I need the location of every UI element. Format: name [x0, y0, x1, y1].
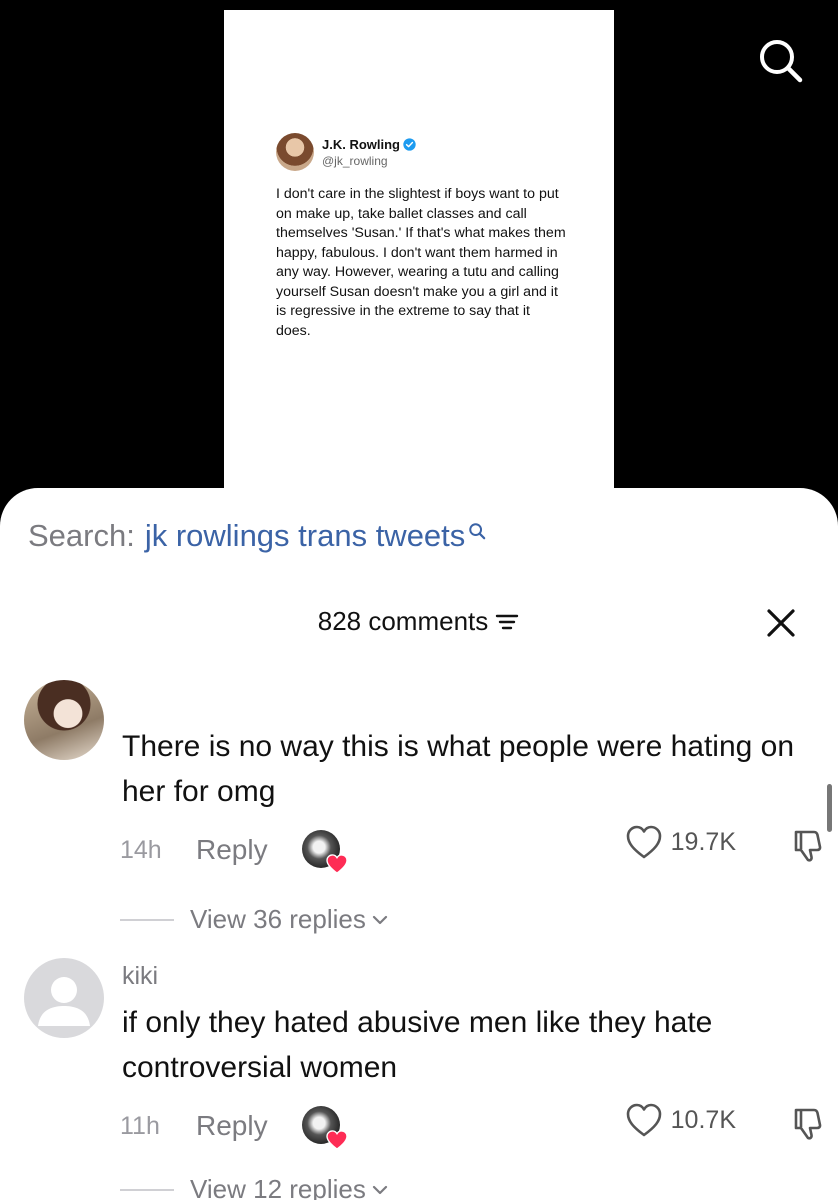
view-replies-button[interactable]: View 12 replies — [120, 1174, 388, 1200]
heart-outline-icon — [626, 1103, 661, 1137]
chevron-down-icon — [372, 915, 387, 924]
video-area[interactable]: J.K. Rowling @jk_rowling I don't care in… — [0, 0, 838, 520]
reply-button[interactable]: Reply — [196, 1110, 268, 1142]
search-query-link[interactable]: jk rowlings trans tweets — [145, 518, 465, 554]
heart-outline-icon — [626, 825, 661, 859]
heart-icon — [325, 854, 348, 874]
tweet-header: J.K. Rowling @jk_rowling — [276, 133, 416, 171]
creator-liked-badge — [301, 830, 348, 874]
thumbs-down-icon[interactable] — [790, 1106, 826, 1142]
view-replies-label: View 12 replies — [190, 1174, 366, 1200]
comments-count: 828 comments — [317, 606, 489, 636]
tweet-author-name: J.K. Rowling — [322, 136, 400, 152]
default-avatar-icon — [38, 977, 90, 1026]
thumbs-down-icon[interactable] — [790, 828, 826, 864]
reply-button[interactable]: Reply — [196, 834, 268, 866]
scrollbar[interactable] — [827, 784, 832, 832]
comment-text: if only they hated abusive men like they… — [122, 1006, 713, 1084]
chevron-down-icon — [372, 1185, 387, 1194]
heart-icon — [325, 1130, 348, 1150]
tweet-author-handle: @jk_rowling — [322, 153, 388, 168]
divider — [120, 1188, 174, 1191]
creator-liked-badge — [301, 1106, 348, 1150]
like-button[interactable]: 19.7K — [625, 824, 736, 860]
like-count: 10.7K — [670, 1105, 736, 1134]
close-icon[interactable] — [764, 606, 798, 640]
commenter-avatar[interactable] — [24, 958, 104, 1038]
tweet-text: I don't care in the slightest if boys wa… — [276, 186, 566, 339]
commenter-avatar[interactable] — [24, 680, 104, 760]
search-prefix: Search: — [28, 518, 135, 553]
divider — [120, 918, 174, 921]
comments-sheet: Search: jk rowlings trans tweets 828 com… — [0, 488, 838, 1200]
comment-time: 14h — [120, 835, 162, 864]
tiktok-comments-screen: J.K. Rowling @jk_rowling I don't care in… — [0, 0, 838, 1200]
view-replies-label: View 36 replies — [190, 904, 366, 934]
like-button[interactable]: 10.7K — [625, 1102, 736, 1138]
search-icon[interactable] — [756, 36, 804, 84]
tweet-author-avatar — [276, 133, 314, 171]
view-replies-button[interactable]: View 36 replies — [120, 904, 388, 935]
tweet-screenshot: J.K. Rowling @jk_rowling I don't care in… — [224, 10, 614, 510]
filter-icon[interactable] — [494, 611, 520, 633]
search-icon — [469, 523, 486, 540]
verified-badge-icon — [403, 137, 416, 151]
comments-header: 828 comments — [0, 606, 838, 637]
comment-username[interactable]: kiki — [122, 962, 158, 991]
like-count: 19.7K — [670, 827, 736, 856]
comment-text: There is no way this is what people were… — [122, 730, 795, 808]
search-suggestion[interactable]: Search: jk rowlings trans tweets — [28, 518, 486, 554]
comment-time: 11h — [120, 1111, 160, 1140]
